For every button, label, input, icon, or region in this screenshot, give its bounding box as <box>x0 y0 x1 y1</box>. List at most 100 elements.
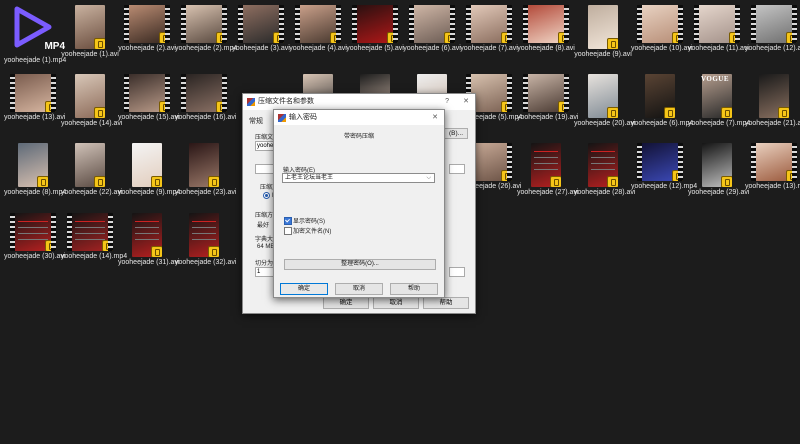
lock-badge-icon <box>151 176 162 187</box>
lock-badge-icon <box>501 170 512 181</box>
file-name: yooheejade (4).avi <box>289 45 347 52</box>
file-name: yooheejade (9).avi <box>574 51 632 58</box>
lock-badge-icon <box>664 107 675 118</box>
desktop-file-item[interactable]: yooheejade (21).avi <box>745 74 800 128</box>
browse-button[interactable]: (B)... <box>444 128 468 139</box>
desktop-file-item[interactable]: yooheejade (7).avi <box>460 5 518 53</box>
help-button[interactable]: 帮助 <box>423 297 469 309</box>
desktop-file-item[interactable]: yooheejade (2).avi <box>118 5 176 53</box>
desktop-file-item[interactable]: yooheejade (31).avi <box>118 213 180 267</box>
desktop-file-item[interactable]: yooheejade (30).avi <box>4 213 66 261</box>
desktop-file-item[interactable]: yooheejade (23).avi <box>175 143 237 197</box>
image-thumbnail <box>588 74 618 118</box>
desktop-file-item[interactable]: yooheejade (22).avi <box>61 143 123 197</box>
lock-badge-icon <box>208 176 219 187</box>
desktop-file-item[interactable]: yooheejade (11).avi <box>688 5 749 53</box>
organize-passwords-button[interactable]: 整理密码(O)... <box>284 259 436 270</box>
desktop-file-item[interactable]: yooheejade (19).avi <box>517 74 579 122</box>
file-name: yooheejade (3).avi <box>232 45 290 52</box>
desktop-file-item[interactable]: yooheejade (12).mp4 <box>631 143 698 191</box>
desktop-file-item[interactable]: yooheejade (20).avi <box>574 74 636 128</box>
split-label: 切分为 <box>255 261 274 267</box>
image-thumbnail <box>132 213 162 257</box>
desktop-file-item[interactable]: yooheejade (32).avi <box>175 213 237 267</box>
desktop-file-item[interactable]: yooheejade (6).avi <box>403 5 461 53</box>
file-name: yooheejade (7).mp4 <box>688 120 751 127</box>
lock-badge-icon <box>501 32 512 43</box>
lock-badge-icon <box>786 170 797 181</box>
video-thumbnail <box>67 213 113 251</box>
dict-value[interactable]: 64 MB <box>257 244 274 250</box>
dialog-title: 压缩文件名和参数 <box>258 98 314 105</box>
desktop-file-item[interactable]: yooheejade (27).avi <box>517 143 579 197</box>
profile-select[interactable] <box>449 164 465 174</box>
desktop-file-item[interactable]: yooheejade (8).avi <box>517 5 575 53</box>
file-name: yooheejade (21).avi <box>745 120 800 127</box>
ok-button[interactable]: 确定 <box>280 283 328 295</box>
desktop-file-item[interactable]: yooheejade (9).avi <box>574 5 632 59</box>
desktop-file-item[interactable]: yooheejade (9).mp4 <box>118 143 180 197</box>
desktop-file-item[interactable]: yooheejade (13).avi <box>4 74 66 122</box>
image-thumbnail <box>189 143 219 187</box>
ok-button[interactable]: 确定 <box>323 297 369 309</box>
lock-badge-icon <box>45 101 56 112</box>
thumbnail-text-line <box>18 221 48 222</box>
desktop-file-item[interactable]: yooheejade (1).avi <box>61 5 119 59</box>
desktop-file-item[interactable]: yooheejade (29).avi <box>688 143 750 197</box>
encrypt-names-checkbox[interactable] <box>284 227 292 235</box>
password-value: 上老王论坛当老王 <box>285 175 334 181</box>
lock-badge-icon <box>159 101 170 112</box>
desktop-file-item[interactable]: yooheejade (14).avi <box>61 74 123 128</box>
desktop-file-item[interactable]: yooheejade (16).avi <box>175 74 237 122</box>
thumbnail-text-line <box>534 157 558 158</box>
desktop-file-item[interactable]: yooheejade (10).avi <box>631 5 693 53</box>
desktop-file-item[interactable]: yooheejade (14).mp4 <box>61 213 127 261</box>
desktop-file-item[interactable]: yooheejade (2).mp4 <box>175 5 237 53</box>
file-name: yooheejade (29).avi <box>688 189 750 196</box>
file-name: yooheejade (13).mp4 <box>745 183 800 190</box>
method-value[interactable]: 最好 <box>257 220 269 229</box>
video-thumbnail <box>124 74 170 112</box>
lock-badge-icon <box>94 38 105 49</box>
desktop-file-item[interactable]: yooheejade (8).mp4 <box>4 143 66 197</box>
lock-badge-icon <box>159 32 170 43</box>
lock-badge-icon <box>778 107 789 118</box>
desktop-file-item[interactable]: yooheejade (5).avi <box>346 5 404 53</box>
cancel-button[interactable]: 取消 <box>335 283 383 295</box>
tab-general[interactable]: 常规 <box>249 116 263 126</box>
file-name: yooheejade (11).avi <box>688 45 749 52</box>
lock-badge-icon <box>607 107 618 118</box>
file-name: yooheejade (19).avi <box>517 114 579 121</box>
show-password-checkbox[interactable] <box>284 217 292 225</box>
desktop-file-item[interactable]: yooheejade (15).avi <box>118 74 180 122</box>
thumbnail-text-line <box>135 233 159 234</box>
desktop-file-item[interactable]: yooheejade (28).avi <box>574 143 636 197</box>
lock-badge-icon <box>216 101 227 112</box>
cancel-button[interactable]: 取消 <box>373 297 419 309</box>
thumbnail-text-line <box>192 227 216 228</box>
password-input[interactable]: 上老王论坛当老王 ⌵ <box>282 173 435 183</box>
video-thumbnail <box>751 143 797 181</box>
thumbnail-text-line <box>18 239 48 240</box>
close-icon[interactable]: ✕ <box>463 94 469 110</box>
split-unit-select[interactable] <box>449 267 465 277</box>
desktop-file-item[interactable]: MP4 yooheejade (1).mp4 <box>4 5 66 65</box>
desktop-file-item[interactable]: yooheejade (3).avi <box>232 5 290 53</box>
thumbnail-text-line <box>75 239 105 240</box>
file-name: yooheejade (12).mp4 <box>631 183 698 190</box>
desktop-file-item[interactable]: yooheejade (4).avi <box>289 5 347 53</box>
desktop-file-item[interactable]: yooheejade (12).avi <box>745 5 800 53</box>
help-icon[interactable]: ? <box>445 94 449 110</box>
file-name: yooheejade (1).avi <box>61 51 119 58</box>
help-button[interactable]: 帮助 <box>390 283 438 295</box>
chevron-down-icon[interactable]: ⌵ <box>426 174 431 183</box>
vogue-cover-text: VOGUE <box>701 75 730 83</box>
desktop-file-item[interactable]: yooheejade (6).mp4 <box>631 74 693 128</box>
video-thumbnail <box>637 5 683 43</box>
lock-badge-icon <box>37 176 48 187</box>
image-thumbnail <box>75 143 105 187</box>
close-icon[interactable]: ✕ <box>432 110 438 125</box>
image-thumbnail <box>702 143 732 187</box>
lock-badge-icon <box>94 107 105 118</box>
desktop-file-item[interactable]: yooheejade (13).mp4 <box>745 143 800 191</box>
